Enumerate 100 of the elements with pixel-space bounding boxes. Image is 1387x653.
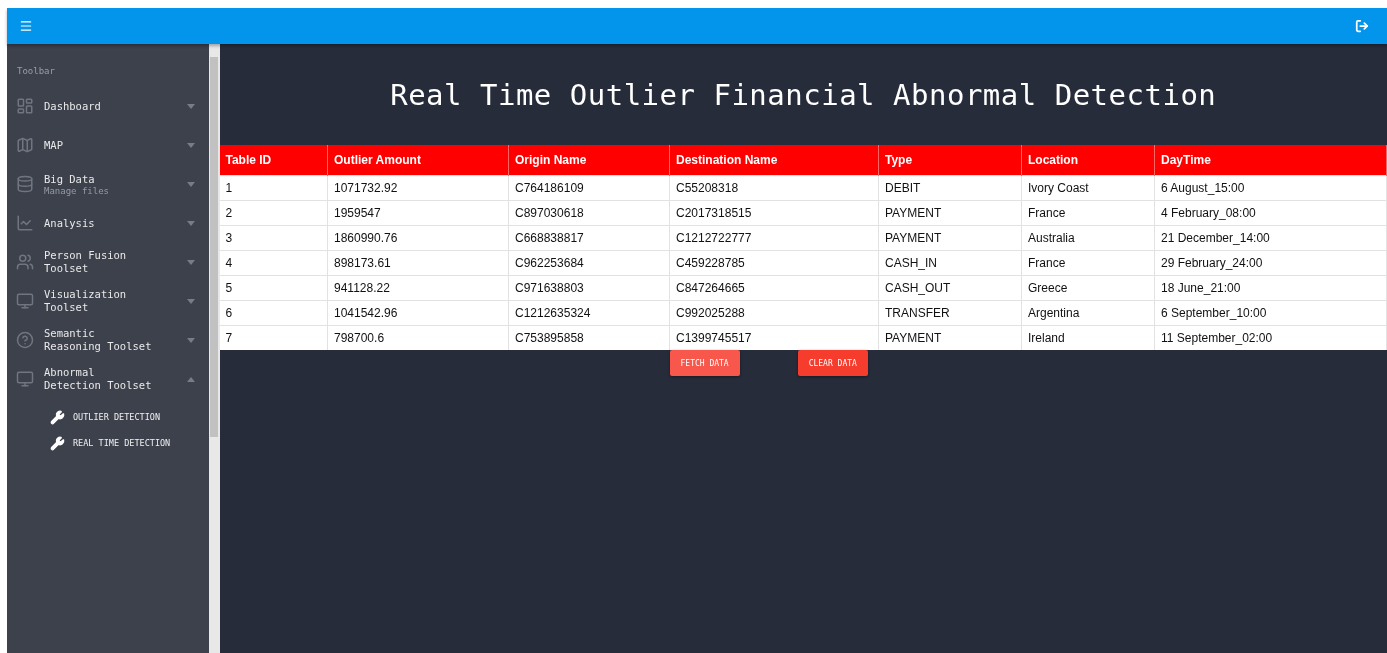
caret-icon [186, 181, 195, 187]
table-cell: CASH_IN [878, 250, 1022, 275]
column-header: Table ID [219, 145, 328, 175]
item-label: Analysis [44, 216, 96, 230]
table-cell: 1959547 [327, 200, 509, 225]
table-cell: 3 [219, 225, 328, 250]
table-cell: TRANSFER [878, 300, 1022, 325]
table-cell: C897030618 [508, 200, 670, 225]
caret-icon [186, 298, 195, 304]
sidebar-item[interactable]: Analysis [7, 209, 209, 237]
table-cell: 2 [219, 200, 328, 225]
monitor-icon [16, 370, 34, 388]
table-cell: 7 [219, 325, 328, 350]
page-title: Real Time Outlier Financial Abnormal Detection [389, 78, 1218, 112]
table-cell: C2017318515 [669, 200, 879, 225]
table-cell: 1041542.96 [327, 300, 509, 325]
table-cell: Australia [1021, 225, 1155, 250]
column-header: Location [1021, 145, 1155, 175]
table-cell: C459228785 [669, 250, 879, 275]
table-cell: 798700.6 [327, 325, 509, 350]
table-cell: 941128.22 [327, 275, 509, 300]
table-cell: 18 June_21:00 [1154, 275, 1387, 300]
table-cell: 4 [219, 250, 328, 275]
table-cell: PAYMENT [878, 325, 1022, 350]
caret-icon [186, 376, 195, 382]
column-header: Destination Name [669, 145, 879, 175]
table-cell: 4 February_08:00 [1154, 200, 1387, 225]
scrollbar[interactable] [208, 44, 220, 653]
table-cell: DEBIT [878, 175, 1022, 200]
table-cell: PAYMENT [878, 200, 1022, 225]
table-cell: 1860990.76 [327, 225, 509, 250]
caret-icon [186, 259, 195, 265]
table-cell: 6 [219, 300, 328, 325]
sidebar-item[interactable]: Abnormal Detection Toolset [7, 365, 209, 393]
submenu-label: REAL TIME DETECTION [73, 438, 171, 448]
table-cell: 898173.61 [327, 250, 509, 275]
table-cell: France [1021, 200, 1155, 225]
caret-icon [186, 220, 195, 226]
table-cell: C1212722777 [669, 225, 879, 250]
table-cell: C971638803 [508, 275, 670, 300]
sidebar-heading: Toolbar [16, 66, 56, 76]
caret-icon [186, 142, 195, 148]
map-icon [16, 136, 34, 154]
table-cell: Ivory Coast [1021, 175, 1155, 200]
logout-icon[interactable] [1355, 19, 1369, 33]
table-cell: France [1021, 250, 1155, 275]
table-cell: CASH_OUT [878, 275, 1022, 300]
table-cell: C992025288 [669, 300, 879, 325]
item-label: Big Data [44, 172, 96, 186]
table-cell: 11 September_02:00 [1154, 325, 1387, 350]
caret-icon [186, 337, 195, 343]
item-subtitle: Manage files [44, 185, 111, 196]
column-header: Type [878, 145, 1022, 175]
wrench-icon [50, 409, 65, 425]
column-header: Outlier Amount [327, 145, 509, 175]
sidebar-item[interactable]: Person Fusion Toolset [7, 248, 209, 276]
table-cell: C55208318 [669, 175, 879, 200]
item-label: Semantic Reasoning Toolset [44, 327, 153, 353]
column-header: Origin Name [508, 145, 670, 175]
menu-icon[interactable] [19, 19, 33, 33]
table-cell: 6 August_15:00 [1154, 175, 1387, 200]
sidebar-item[interactable]: Semantic Reasoning Toolset [7, 326, 209, 354]
table-cell: C753895858 [508, 325, 670, 350]
table-cell: PAYMENT [878, 225, 1022, 250]
table-cell: 21 December_14:00 [1154, 225, 1387, 250]
submenu-label: OUTLIER DETECTION [73, 412, 160, 422]
table-cell: Greece [1021, 275, 1155, 300]
column-header: DayTime [1154, 145, 1387, 175]
item-label: Dashboard [44, 99, 102, 113]
submenu-item[interactable]: OUTLIER DETECTION [7, 404, 209, 430]
table-cell: 1071732.92 [327, 175, 509, 200]
table-cell: 6 September_10:00 [1154, 300, 1387, 325]
table-cell: C668838817 [508, 225, 670, 250]
table-cell: C1212635324 [508, 300, 670, 325]
table-cell: C847264665 [669, 275, 879, 300]
wrench-icon [50, 435, 65, 451]
sidebar-item[interactable]: Dashboard [7, 92, 209, 120]
clear-button[interactable]: CLEAR DATA [797, 350, 868, 376]
table-cell: 1 [219, 175, 328, 200]
dashboard-icon [16, 97, 34, 115]
table-cell: 29 February_24:00 [1154, 250, 1387, 275]
line-chart-icon [16, 214, 34, 232]
item-label: Visualization Toolset [44, 288, 128, 314]
item-label: MAP [44, 138, 64, 152]
table-cell: 5 [219, 275, 328, 300]
help-icon [16, 331, 34, 349]
caret-icon [186, 103, 195, 109]
table-cell: Argentina [1021, 300, 1155, 325]
table-cell: C764186109 [508, 175, 670, 200]
database-icon [16, 175, 34, 193]
people-icon [16, 253, 34, 271]
sidebar-item[interactable]: Big Data Manage files [7, 170, 209, 198]
sidebar-item[interactable]: Visualization Toolset [7, 287, 209, 315]
sidebar-item[interactable]: MAP [7, 131, 209, 159]
table-cell: Ireland [1021, 325, 1155, 350]
table-cell: C1399745517 [669, 325, 879, 350]
item-label: Abnormal Detection Toolset [44, 366, 153, 392]
item-label: Person Fusion Toolset [44, 249, 128, 275]
monitor-icon [16, 292, 34, 310]
submenu-item[interactable]: REAL TIME DETECTION [7, 430, 209, 456]
